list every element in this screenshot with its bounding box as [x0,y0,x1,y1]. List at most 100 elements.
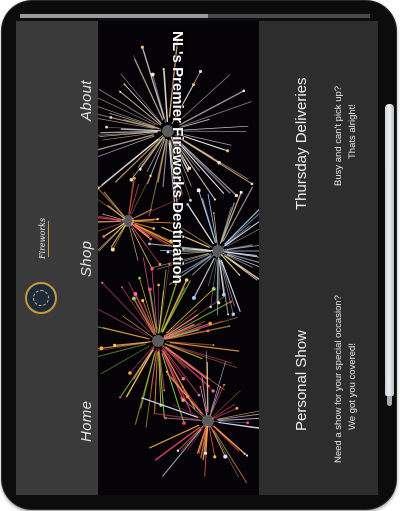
firework-spark [227,313,230,316]
firework-spark [238,274,241,276]
firework-streak [209,386,222,416]
firework-streak [213,430,248,484]
firework-streak [98,89,158,126]
hero-image: NL's Premier Fireworks Destination [98,21,259,495]
firework-spark [150,72,155,77]
firework-spark [121,286,123,289]
firework-spark [246,421,250,425]
tablet-frame: About Fireworks Shop Home NL's Premier F… [2,1,396,509]
stylus-tip [387,396,392,406]
firework-spark [119,396,122,399]
firework-spark [149,174,152,178]
stylus-pencil [385,104,394,406]
firework-spark [226,149,230,153]
firework-spark [242,89,246,93]
firework-spark [123,83,126,86]
thursday-line-2: Thats alright! [347,104,358,159]
firework-spark [211,389,215,393]
firework-streak [98,225,124,251]
thursday-line-1: Busy and can't pick up? [333,85,344,186]
nav-link-home[interactable]: Home [78,401,95,442]
firework-spark [212,344,215,346]
firework-spark [243,452,246,455]
firework-spark [148,242,151,246]
firework-spark [162,68,165,71]
stylus-flat-edge [385,108,387,168]
logo-badge-icon[interactable] [25,282,57,314]
firework-spark [141,298,145,303]
firework-spark [213,455,217,459]
personal-line-2: We got you covered! [347,343,358,430]
firework-spark [250,182,254,186]
firework-spark [245,454,249,457]
firework-streak [131,138,163,180]
firework-core [152,335,164,347]
firework-spark [206,329,210,333]
firework-spark [228,325,231,328]
firework-spark [152,227,156,230]
firework-spark [208,321,212,326]
firework-spark [181,385,184,388]
firework-spark [211,286,216,291]
firework-streak [131,219,154,222]
firework-spark [181,376,186,381]
firework-spark [229,300,233,304]
side-navigation: About Fireworks Shop Home [16,21,98,495]
firework-spark [102,234,106,238]
firework-streak [131,208,153,220]
firework-streak [227,228,259,247]
firework-spark [213,198,217,201]
firework-spark [133,176,136,180]
firework-spark [149,237,153,241]
firework-streak [224,221,259,247]
firework-streak [152,74,167,123]
firework-spark [217,301,221,305]
firework-spark [131,296,136,301]
personal-heading: Personal Show [293,330,310,431]
personal-line-1: Need a show for your special occasion? [333,295,344,463]
firework-spark [105,125,108,129]
firework-spark [128,371,132,375]
hero-title-wrap: NL's Premier Fireworks Destination [169,31,206,481]
firework-streak [157,284,159,333]
firework-spark [217,160,221,165]
nav-link-about[interactable]: About [78,80,95,121]
firework-spark [158,262,162,266]
brand-wordmark-text: Fireworks [38,217,47,259]
firework-spark [101,281,104,284]
firework-spark [180,396,183,400]
firework-spark [163,389,166,392]
firework-spark [235,406,239,410]
firework-spark [109,116,113,119]
firework-spark [140,45,144,49]
thursday-heading: Thursday Deliveries [293,77,310,210]
website-screen: About Fireworks Shop Home NL's Premier F… [16,21,378,495]
firework-spark [176,449,180,452]
firework-spark [133,292,138,296]
firework-spark [156,217,159,221]
firework-spark [110,247,115,252]
firework-streak [103,191,125,218]
firework-streak [133,346,155,380]
brand-wordmark-line [48,221,49,257]
firework-spark [157,283,160,287]
firework-streak [218,421,259,429]
firework-streak [134,220,174,224]
firework-spark [165,370,169,373]
firework-spark [213,212,215,214]
firework-spark [223,383,226,386]
hero-title: NL's Premier Fireworks Destination [169,31,186,284]
top-progress-active [20,14,208,18]
firework-streak [207,193,217,243]
firework-spark [138,276,141,280]
firework-spark [129,178,134,182]
firework-spark [231,312,236,317]
firework-spark [102,213,105,216]
firework-spark [164,416,167,420]
content-panel: Thursday Deliveries Busy and can't pick … [259,21,378,495]
top-progress-bar [20,14,370,18]
firework-streak [205,351,209,411]
brand-wordmark[interactable]: Fireworks [37,217,61,261]
firework-core [122,215,134,227]
nav-link-shop[interactable]: Shop [78,241,95,277]
